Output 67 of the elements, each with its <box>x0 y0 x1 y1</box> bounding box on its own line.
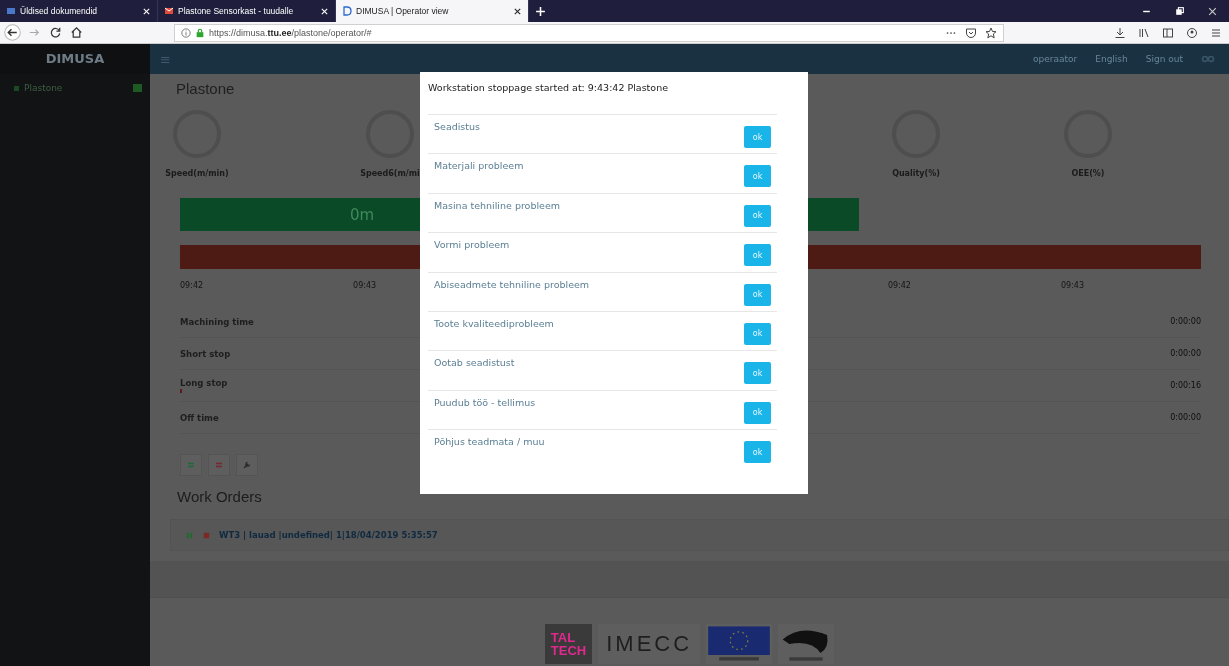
reason-label: Masina tehniline probleem <box>434 199 561 211</box>
stat-label: Machining time <box>180 316 254 327</box>
work-order-link[interactable]: WT3 | lauad |undefined| 1|18/04/2019 5:35:57 <box>219 530 438 540</box>
stat-label: Off time <box>180 412 219 423</box>
sidebar-icon[interactable] <box>1162 26 1174 39</box>
close-icon[interactable] <box>513 6 522 16</box>
sidebar-item[interactable]: Plastone <box>0 74 150 102</box>
reason-label: Seadistus <box>434 121 480 132</box>
ok-button[interactable]: ok <box>744 126 771 148</box>
taltech-logo: TAL TECH <box>544 624 593 664</box>
reason-label: Toote kvaliteediprobleem <box>434 317 554 329</box>
reason-label: Puudub töö - tellimus <box>434 396 536 408</box>
stat-label: Long stop <box>180 378 228 388</box>
close-icon[interactable] <box>1207 5 1218 17</box>
gauge-label: Quality(%) <box>892 169 940 178</box>
time-tick: 09:43 <box>1060 281 1084 290</box>
dialog-title: Workstation stoppage started at: 9:43:42 Plastone <box>428 82 669 95</box>
address-bar[interactable]: https://dimusa.ttu.ee/plastone/operator/# <box>174 23 1004 42</box>
lines-icon <box>214 460 224 470</box>
ok-button[interactable]: ok <box>744 322 771 345</box>
back-icon[interactable] <box>4 24 21 41</box>
header-link[interactable]: operaator <box>1033 54 1078 64</box>
header-link[interactable]: English <box>1095 54 1128 64</box>
stat-value: 0:00:00 <box>1170 413 1201 422</box>
time-tick: 09:42 <box>887 281 911 290</box>
reason-label: Abiseadmete tehniline probleem <box>434 278 590 290</box>
wrench-icon <box>242 460 252 470</box>
ok-button[interactable]: ok <box>744 362 771 385</box>
stat-value: 0:00:00 <box>1170 349 1201 358</box>
stat-value: 0:00:00 <box>1170 317 1201 326</box>
ok-button[interactable]: ok <box>744 244 771 267</box>
time-tick: 09:43 <box>353 281 377 290</box>
letter-d-icon <box>342 6 352 16</box>
new-tab-icon[interactable] <box>535 5 546 17</box>
lines-icon <box>186 460 196 470</box>
lock-icon <box>195 27 205 38</box>
gauge-label: OEE(%) <box>1071 169 1105 178</box>
pocket-icon[interactable] <box>965 26 977 39</box>
ok-button[interactable]: ok <box>744 204 771 227</box>
section-title: Work Orders <box>177 488 263 505</box>
reason-label: Materjali probleem <box>434 160 524 172</box>
home-icon[interactable] <box>69 25 84 40</box>
library-icon[interactable] <box>1138 26 1150 39</box>
star-icon[interactable] <box>985 26 997 39</box>
gauge-label: Speed6(m/mi <box>360 169 420 178</box>
ok-button[interactable]: ok <box>744 283 771 306</box>
gauge-label: Speed(m/min) <box>165 169 229 178</box>
imecc-logo: IMECC <box>598 624 701 664</box>
stat-label: Short stop <box>180 348 231 359</box>
header-link[interactable]: Sign out <box>1145 54 1183 64</box>
page-title: Plastone <box>176 80 235 97</box>
ok-button[interactable]: ok <box>744 401 771 424</box>
menu-toggle[interactable]: ≡ <box>160 51 171 67</box>
ok-button[interactable]: ok <box>744 441 771 464</box>
reason-label: Ootab seadistust <box>434 357 515 369</box>
reload-icon[interactable] <box>48 25 63 40</box>
mail-icon <box>164 6 174 16</box>
account-icon[interactable] <box>1186 26 1198 39</box>
browser-tab[interactable]: DIMUSA | Operator view <box>336 0 529 22</box>
ok-button[interactable]: ok <box>744 165 771 188</box>
time-tick: 09:42 <box>180 281 204 290</box>
reason-label: Vormi probleem <box>434 239 510 251</box>
restore-icon[interactable] <box>1174 5 1185 17</box>
download-icon[interactable] <box>1114 26 1126 39</box>
stat-value: 0:00:16 <box>1170 381 1201 390</box>
reason-label: Põhjus teadmata / muu <box>434 436 545 448</box>
document-icon <box>6 6 16 16</box>
